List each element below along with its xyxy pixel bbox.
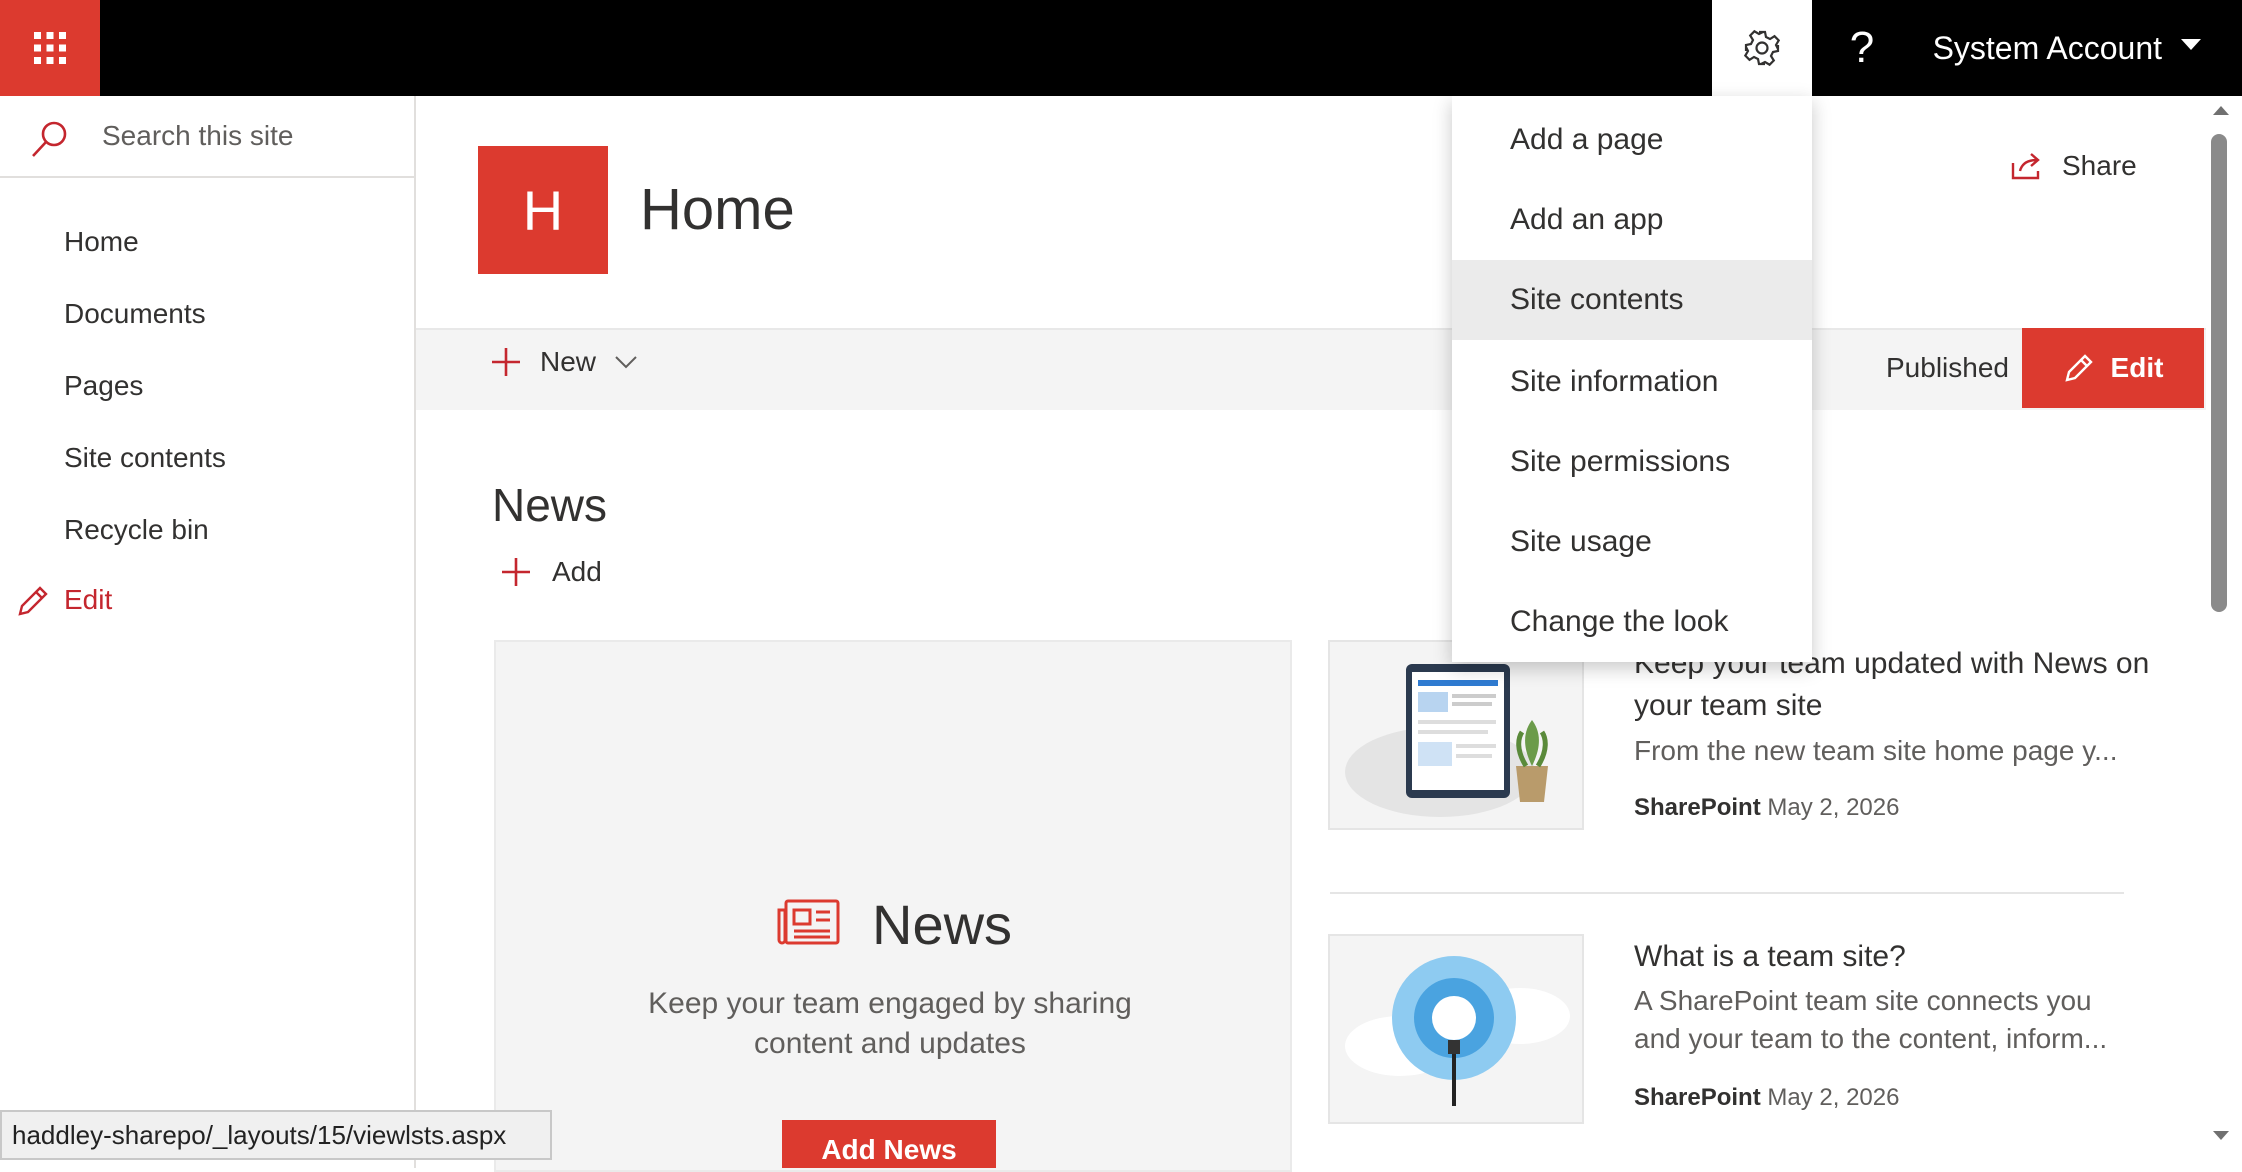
gear-icon <box>1743 29 1781 67</box>
search-input[interactable]: Search this site <box>102 120 293 152</box>
suite-bar <box>0 0 2242 96</box>
add-news-button[interactable]: Add News <box>782 1120 996 1168</box>
nav-item-home[interactable]: Home <box>64 226 139 258</box>
edit-button[interactable]: Edit <box>2022 328 2204 408</box>
waffle-icon <box>34 32 66 64</box>
pencil-icon <box>18 586 48 616</box>
new-label: New <box>540 346 597 377</box>
pencil-icon <box>2064 354 2093 382</box>
chevron-down-icon <box>615 356 637 369</box>
add-news-link[interactable]: Add <box>500 556 602 588</box>
news-item-date: May 2, 2026 <box>1767 794 1900 821</box>
nav-item-documents[interactable]: Documents <box>64 298 206 330</box>
share-button[interactable]: Share <box>2010 150 2137 182</box>
nav-edit-link[interactable]: Edit <box>64 584 112 616</box>
news-thumbnail[interactable] <box>1328 640 1584 830</box>
new-button[interactable]: New <box>490 346 638 378</box>
share-label: Share <box>2062 150 2137 181</box>
news-item-description: A SharePoint team site connects you and … <box>1634 985 2108 1054</box>
app-launcher-button[interactable] <box>0 0 100 96</box>
scroll-up-arrow-icon[interactable] <box>2212 104 2230 116</box>
settings-button[interactable] <box>1712 0 1812 96</box>
news-item-meta: SharePoint May 2, 2026 <box>1634 1084 1899 1112</box>
page-title: Home <box>640 177 795 242</box>
account-name[interactable]: System Account <box>1932 0 2162 96</box>
tablet-plant-illustration <box>1345 664 1548 817</box>
nav-item-pages[interactable]: Pages <box>64 370 143 402</box>
status-bar-url: haddley-sharepo/_layouts/15/viewlsts.asp… <box>0 1110 552 1160</box>
news-thumbnail[interactable] <box>1328 934 1584 1124</box>
left-navigation <box>0 96 416 1168</box>
menu-item-site-information[interactable]: Site information <box>1452 342 1812 422</box>
news-item-author: SharePoint <box>1634 1084 1761 1111</box>
menu-item-change-the-look[interactable]: Change the look <box>1452 582 1812 662</box>
plus-icon <box>502 558 530 586</box>
divider <box>1330 892 2124 894</box>
publish-status: Published <box>1886 352 2009 383</box>
news-item-description: From the new team site home page y... <box>1634 735 2118 766</box>
site-logo[interactable]: H <box>478 146 608 274</box>
share-icon <box>2011 153 2040 180</box>
plus-icon <box>492 348 520 376</box>
news-item-meta: SharePoint May 2, 2026 <box>1634 794 1899 822</box>
news-card-description: Keep your team engaged by sharing conten… <box>648 987 1132 1060</box>
news-card-title: News <box>872 893 1013 956</box>
scroll-down-arrow-icon[interactable] <box>2212 1130 2230 1142</box>
add-label: Add <box>552 556 602 587</box>
news-item-title[interactable]: What is a team site? <box>1634 936 2154 978</box>
nav-item-site-contents[interactable]: Site contents <box>64 442 226 474</box>
menu-item-add-a-page[interactable]: Add a page <box>1452 100 1812 180</box>
menu-item-site-usage[interactable]: Site usage <box>1452 502 1812 582</box>
edit-label: Edit <box>2110 352 2164 383</box>
news-item-author: SharePoint <box>1634 794 1761 821</box>
nav-item-recycle-bin[interactable]: Recycle bin <box>64 514 209 546</box>
scrollbar-thumb[interactable] <box>2211 134 2227 612</box>
help-button[interactable]: ? <box>1822 0 1902 96</box>
menu-item-add-an-app[interactable]: Add an app <box>1452 180 1812 260</box>
menu-item-site-permissions[interactable]: Site permissions <box>1452 422 1812 502</box>
news-heading: News <box>492 479 608 531</box>
newspaper-icon <box>777 899 840 945</box>
search-icon <box>32 121 67 157</box>
lightbulb-cloud-illustration <box>1345 956 1570 1106</box>
caret-down-icon[interactable] <box>2180 38 2202 52</box>
news-item-date: May 2, 2026 <box>1767 1084 1900 1111</box>
menu-item-site-contents[interactable]: Site contents <box>1452 260 1812 340</box>
